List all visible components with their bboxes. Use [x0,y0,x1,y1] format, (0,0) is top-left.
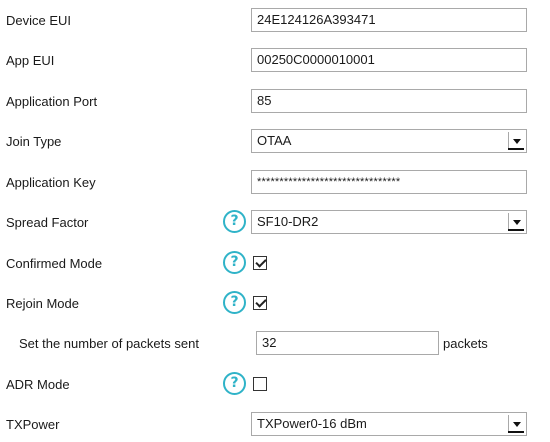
application-port-label: Application Port [6,94,98,109]
packets-sent-row: Set the number of packets sent 32 packet… [0,331,550,357]
join-type-row: Join Type OTAA [0,129,550,155]
join-type-label: Join Type [6,134,62,149]
help-icon[interactable]: ? [223,291,246,314]
app-eui-input[interactable]: 00250C0000010001 [251,48,527,72]
help-icon[interactable]: ? [223,372,246,395]
checkmark-icon [255,296,267,308]
select-underline [508,431,524,433]
application-key-row: Application Key ************************… [0,170,550,196]
spread-factor-row: Spread Factor ? SF10-DR2 [0,210,550,236]
packets-unit-label: packets [443,336,488,351]
select-underline [508,229,524,231]
txpower-select[interactable]: TXPower0-16 dBm [251,412,527,436]
rejoin-mode-row: Rejoin Mode ? [0,291,550,317]
confirmed-mode-label: Confirmed Mode [6,256,103,271]
txpower-row: TXPower TXPower0-16 dBm [0,412,550,438]
app-eui-label: App EUI [6,53,55,68]
packets-sent-input[interactable]: 32 [256,331,439,355]
application-port-row: Application Port 85 [0,89,550,115]
device-eui-input[interactable]: 24E124126A393471 [251,8,527,32]
device-eui-row: Device EUI 24E124126A393471 [0,8,550,34]
checkmark-icon [255,256,267,268]
help-icon[interactable]: ? [223,210,246,233]
spread-factor-select[interactable]: SF10-DR2 [251,210,527,234]
application-key-input[interactable]: ******************************** [251,170,527,194]
help-icon[interactable]: ? [223,251,246,274]
join-type-value: OTAA [257,133,292,148]
txpower-value: TXPower0-16 dBm [257,416,367,431]
adr-mode-row: ADR Mode ? [0,372,550,398]
application-port-input[interactable]: 85 [251,89,527,113]
join-type-select[interactable]: OTAA [251,129,527,153]
adr-mode-checkbox[interactable] [253,377,267,391]
confirmed-mode-checkbox[interactable] [253,256,267,270]
rejoin-mode-label: Rejoin Mode [6,296,79,311]
select-underline [508,148,524,150]
spread-factor-label: Spread Factor [6,215,89,230]
app-eui-row: App EUI 00250C0000010001 [0,48,550,74]
txpower-label: TXPower [6,417,60,432]
confirmed-mode-row: Confirmed Mode ? [0,251,550,277]
packets-sent-label: Set the number of packets sent [19,336,199,351]
adr-mode-label: ADR Mode [6,377,70,392]
application-key-label: Application Key [6,175,96,190]
rejoin-mode-checkbox[interactable] [253,296,267,310]
device-eui-label: Device EUI [6,13,72,28]
spread-factor-value: SF10-DR2 [257,214,319,229]
